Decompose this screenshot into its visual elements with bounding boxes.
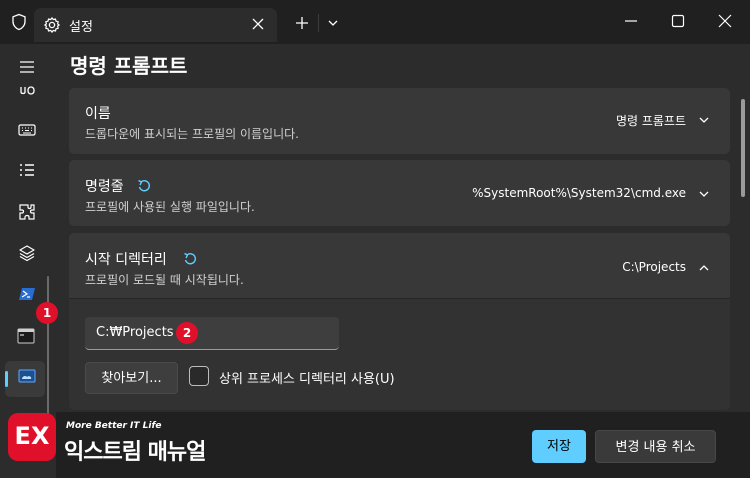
- use-parent-directory-checkbox[interactable]: [189, 366, 209, 386]
- annotation-badge-1: 1: [36, 302, 58, 324]
- setting-name-title: 이름: [85, 106, 111, 122]
- page-title: 명령 프롬프트: [70, 54, 188, 78]
- powershell-icon[interactable]: [17, 284, 37, 304]
- tab-title: 설정: [69, 20, 93, 35]
- close-tab-icon[interactable]: [251, 17, 265, 31]
- list-icon[interactable]: [17, 160, 37, 180]
- use-parent-directory-label: 상위 프로세스 디렉터리 사용(U): [219, 372, 395, 387]
- azure-cloud-shell-icon[interactable]: [17, 366, 37, 386]
- start-directory-panel: C:₩Projects 찾아보기... 상위 프로세스 디렉터리 사용(U): [69, 298, 730, 410]
- setting-start-directory-value: C:\Projects: [622, 260, 686, 274]
- menu-icon[interactable]: [17, 57, 37, 77]
- sidebar-scrollbar[interactable]: [47, 276, 49, 426]
- setting-start-directory-desc: 프로필이 로드될 때 시작됩니다.: [85, 273, 244, 287]
- setting-name[interactable]: 이름 드롭다운에 표시되는 프로필의 이름입니다. 명령 프롬프트: [69, 88, 730, 154]
- setting-start-directory-title: 시작 디렉터리: [85, 252, 167, 268]
- layers-icon[interactable]: [17, 243, 37, 263]
- chevron-down-icon[interactable]: [327, 17, 339, 29]
- close-window-icon[interactable]: [717, 13, 733, 29]
- annotation-badge-2: 2: [176, 322, 198, 344]
- browse-button[interactable]: 찾아보기...: [85, 362, 178, 394]
- keyboard-icon[interactable]: [17, 120, 37, 140]
- gear-icon: [44, 17, 60, 33]
- setting-commandline-desc: 프로필에 사용된 실행 파일입니다.: [85, 200, 255, 214]
- start-directory-input[interactable]: C:₩Projects: [85, 317, 339, 350]
- chevron-down-icon[interactable]: [698, 114, 710, 126]
- save-button[interactable]: 저장: [532, 430, 586, 463]
- cmd-icon: [17, 328, 35, 344]
- reset-icon[interactable]: [137, 179, 151, 193]
- tab-settings[interactable]: 설정: [34, 8, 277, 42]
- selection-indicator: [5, 371, 8, 387]
- title-bar: 설정: [0, 0, 750, 44]
- main-scrollbar[interactable]: [741, 99, 745, 197]
- extension-icon[interactable]: [17, 202, 37, 222]
- new-tab-icon[interactable]: [294, 15, 310, 31]
- setting-commandline-value: %SystemRoot%\System32\cmd.exe: [472, 186, 686, 200]
- setting-commandline-title: 명령줄: [85, 179, 124, 195]
- watermark-logo: EX: [8, 413, 56, 461]
- tab-divider: [318, 14, 319, 32]
- watermark-tagline: More Better IT Life: [66, 421, 162, 431]
- reset-icon[interactable]: [183, 252, 197, 266]
- setting-start-directory[interactable]: 시작 디렉터리 프로필이 로드될 때 시작됩니다. C:\Projects: [69, 233, 730, 299]
- shield-icon: [12, 13, 26, 31]
- watermark-name: 익스트림 매뉴얼: [64, 440, 206, 465]
- maximize-icon[interactable]: [670, 13, 686, 29]
- discard-changes-button[interactable]: 변경 내용 취소: [595, 430, 716, 463]
- startup-icon[interactable]: [17, 84, 37, 104]
- watermark-logo-text: EX: [14, 422, 50, 450]
- chevron-up-icon[interactable]: [698, 262, 710, 274]
- chevron-down-icon[interactable]: [698, 188, 710, 200]
- setting-name-desc: 드롭다운에 표시되는 프로필의 이름입니다.: [85, 127, 299, 141]
- setting-name-value: 명령 프롬프트: [615, 114, 686, 128]
- minimize-icon[interactable]: [623, 13, 639, 29]
- setting-commandline[interactable]: 명령줄 프로필에 사용된 실행 파일입니다. %SystemRoot%\Syst…: [69, 160, 730, 226]
